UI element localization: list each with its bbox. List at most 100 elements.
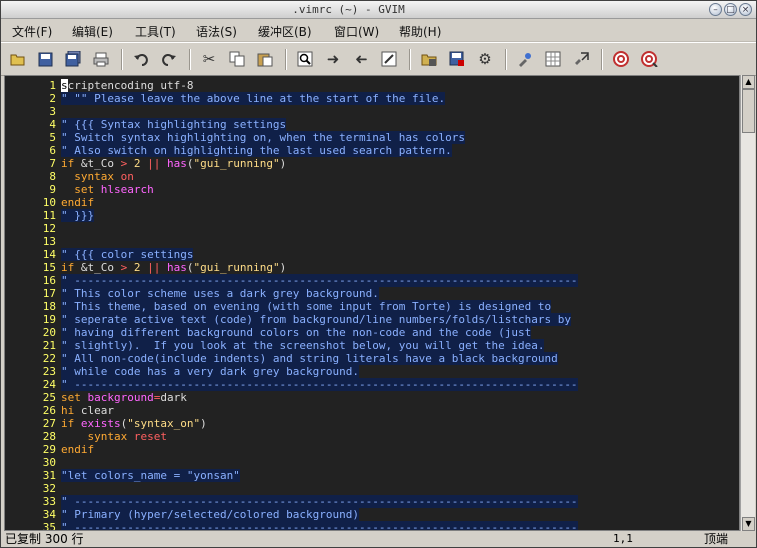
replace-icon[interactable] bbox=[379, 49, 399, 69]
editor-line[interactable]: 23 " while code has a very dark grey back… bbox=[5, 365, 739, 378]
undo-icon[interactable] bbox=[131, 49, 151, 69]
editor-line[interactable]: 34 " Primary (hyper/selected/colored back… bbox=[5, 508, 739, 521]
code-token: dark bbox=[160, 391, 187, 404]
line-code: syntax reset bbox=[61, 430, 168, 443]
editor-line[interactable]: 31 "let colors_name = "yonsan" bbox=[5, 469, 739, 482]
editor-line[interactable]: 7 if &t_Co > 2 || has("gui_running") bbox=[5, 157, 739, 170]
editor-line[interactable]: 16 " ------------------------------------… bbox=[5, 274, 739, 287]
copy-icon[interactable] bbox=[227, 49, 247, 69]
run-script-icon[interactable]: ⚙ bbox=[475, 49, 495, 69]
editor-line[interactable]: 12 bbox=[5, 222, 739, 235]
editor-line[interactable]: 2 " "" Please leave the above line at the… bbox=[5, 92, 739, 105]
editor-line[interactable]: 32 bbox=[5, 482, 739, 495]
code-token: "gui_running" bbox=[193, 261, 280, 274]
load-session-icon[interactable] bbox=[419, 49, 439, 69]
vertical-scrollbar[interactable]: ▲ ▼ bbox=[740, 75, 755, 531]
editor-line[interactable]: 17 " This color scheme uses a dark grey b… bbox=[5, 287, 739, 300]
editor-line[interactable]: 22 " All non-code(include indents) and st… bbox=[5, 352, 739, 365]
editor-line[interactable]: 13 bbox=[5, 235, 739, 248]
line-number: 20 bbox=[42, 326, 56, 339]
scroll-down-icon[interactable]: ▼ bbox=[742, 517, 755, 531]
ctags-icon[interactable] bbox=[571, 49, 591, 69]
editor-line[interactable]: 29 endif bbox=[5, 443, 739, 456]
editor-line[interactable]: 18 " This theme, based on evening (with s… bbox=[5, 300, 739, 313]
line-code: " slightly). If you look at the screensh… bbox=[61, 339, 545, 352]
editor-line[interactable]: 30 bbox=[5, 456, 739, 469]
title-bar[interactable]: .vimrc (~) - GVIM – □ × bbox=[1, 1, 756, 19]
editor-line[interactable]: 27 if exists("syntax_on") bbox=[5, 417, 739, 430]
shell-icon[interactable] bbox=[543, 49, 563, 69]
print-icon[interactable] bbox=[91, 49, 111, 69]
minimize-icon[interactable]: – bbox=[709, 3, 722, 16]
editor-line[interactable]: 24 " ------------------------------------… bbox=[5, 378, 739, 391]
close-icon[interactable]: × bbox=[739, 3, 752, 16]
toolbar: ✂ ➜ ➜ ⚙ bbox=[1, 42, 756, 76]
editor-line[interactable]: 9 set hlsearch bbox=[5, 183, 739, 196]
editor-line[interactable]: 1 scriptencoding utf-8 bbox=[5, 79, 739, 92]
menu-syntax[interactable]: 语法(S) bbox=[196, 23, 237, 40]
editor-line[interactable]: 25 set background=dark bbox=[5, 391, 739, 404]
editor-line[interactable]: 35 " ------------------------------------… bbox=[5, 521, 739, 531]
open-icon[interactable] bbox=[8, 49, 28, 69]
editor-line[interactable]: 10 endif bbox=[5, 196, 739, 209]
editor-line[interactable]: 33 " ------------------------------------… bbox=[5, 495, 739, 508]
cut-icon[interactable]: ✂ bbox=[199, 49, 219, 69]
line-code: " }}} bbox=[61, 209, 95, 222]
maximize-icon[interactable]: □ bbox=[724, 3, 737, 16]
find-next-icon[interactable]: ➜ bbox=[323, 49, 343, 69]
menu-edit[interactable]: 编辑(E) bbox=[72, 23, 113, 40]
scroll-up-icon[interactable]: ▲ bbox=[742, 75, 755, 89]
make-icon[interactable] bbox=[515, 49, 535, 69]
code-token: exists bbox=[80, 417, 121, 430]
line-number: 35 bbox=[42, 521, 56, 531]
menu-buffers[interactable]: 缓冲区(B) bbox=[258, 23, 312, 40]
code-token: hlsearch bbox=[100, 183, 154, 196]
editor-line[interactable]: 21 " slightly). If you look at the screen… bbox=[5, 339, 739, 352]
toolbar-separator bbox=[601, 49, 603, 70]
line-number: 23 bbox=[42, 365, 56, 378]
scroll-thumb[interactable] bbox=[742, 89, 755, 133]
find-help-icon[interactable] bbox=[639, 49, 659, 69]
line-number: 9 bbox=[49, 183, 56, 196]
editor-line[interactable]: 3 bbox=[5, 105, 739, 118]
editor-line[interactable]: 6 " Also switch on highlighting the last … bbox=[5, 144, 739, 157]
editor-area[interactable]: 1 scriptencoding utf-8 2 " "" Please leave … bbox=[4, 75, 740, 531]
redo-icon[interactable] bbox=[159, 49, 179, 69]
editor-line[interactable]: 11 " }}} bbox=[5, 209, 739, 222]
line-number: 21 bbox=[42, 339, 56, 352]
save-icon[interactable] bbox=[35, 49, 55, 69]
editor-line[interactable]: 8 syntax on bbox=[5, 170, 739, 183]
menu-file[interactable]: 文件(F) bbox=[12, 23, 52, 40]
editor-line[interactable]: 15 if &t_Co > 2 || has("gui_running") bbox=[5, 261, 739, 274]
editor-line[interactable]: 4 " {{{ Syntax highlighting settings bbox=[5, 118, 739, 131]
editor-line[interactable]: 5 " Switch syntax highlighting on, when t… bbox=[5, 131, 739, 144]
editor-line[interactable]: 20 " having different background colors o… bbox=[5, 326, 739, 339]
paste-icon[interactable] bbox=[255, 49, 275, 69]
line-number: 11 bbox=[42, 209, 56, 222]
save-session-icon[interactable] bbox=[447, 49, 467, 69]
line-code: " Primary (hyper/selected/colored backgr… bbox=[61, 508, 360, 521]
line-number: 16 bbox=[42, 274, 56, 287]
editor-line[interactable]: 28 syntax reset bbox=[5, 430, 739, 443]
help-icon[interactable] bbox=[611, 49, 631, 69]
code-token: has bbox=[166, 157, 187, 170]
menu-tools[interactable]: 工具(T) bbox=[135, 23, 176, 40]
code-token: reset bbox=[133, 430, 167, 443]
code-token: &t_Co bbox=[74, 157, 121, 170]
line-code: " Also switch on highlighting the last u… bbox=[61, 144, 452, 157]
editor-line[interactable]: 14 " {{{ color settings bbox=[5, 248, 739, 261]
find-icon[interactable] bbox=[295, 49, 315, 69]
code-token: " Primary (hyper/selected/colored backgr… bbox=[61, 508, 360, 521]
code-token: " Also switch on highlighting the last u… bbox=[61, 144, 452, 157]
save-all-icon[interactable] bbox=[63, 49, 83, 69]
code-token: " --------------------------------------… bbox=[61, 521, 578, 530]
cursor-position: 1,1 bbox=[613, 532, 633, 545]
menu-help[interactable]: 帮助(H) bbox=[399, 23, 441, 40]
editor-line[interactable]: 19 " seperate active text (code) from bac… bbox=[5, 313, 739, 326]
line-code: hi clear bbox=[61, 404, 114, 417]
menu-window[interactable]: 窗口(W) bbox=[334, 23, 379, 40]
editor-line[interactable]: 26 hi clear bbox=[5, 404, 739, 417]
find-prev-icon[interactable]: ➜ bbox=[351, 49, 371, 69]
